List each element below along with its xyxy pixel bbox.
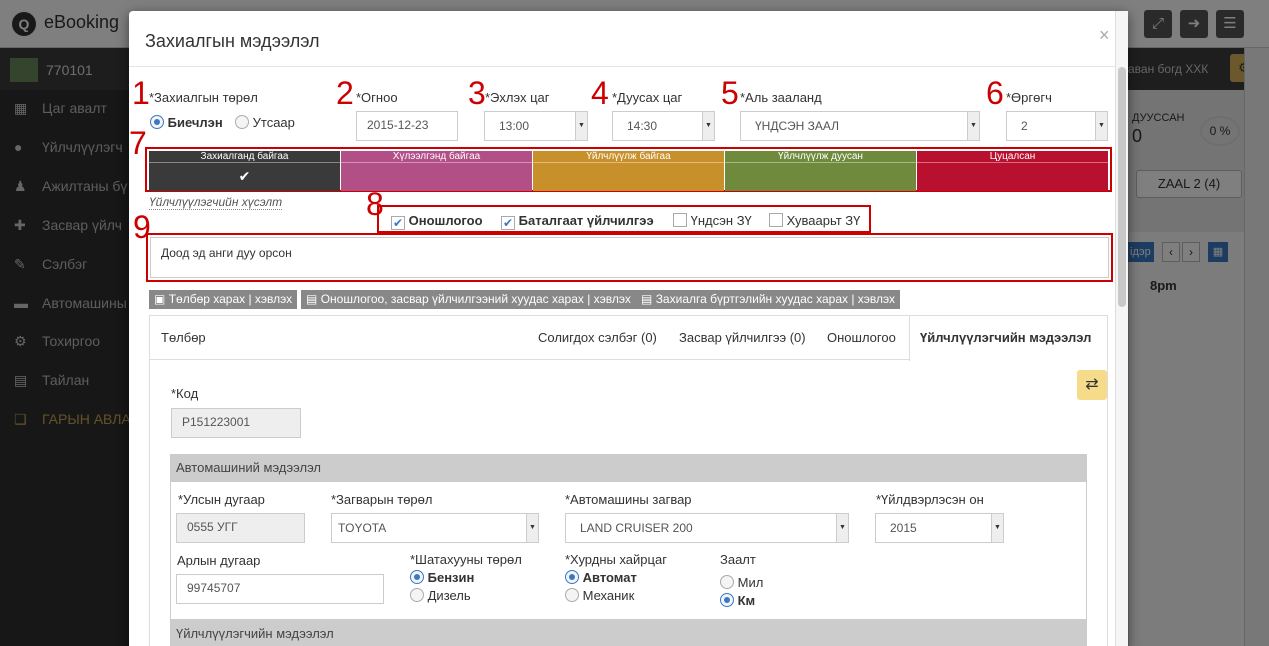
vin-input[interactable]: 99745707 <box>176 574 384 604</box>
chevron-down-icon: ▼ <box>836 514 848 542</box>
count-select[interactable]: 2 ▼ <box>1006 111 1108 141</box>
radio-icon[interactable] <box>720 593 734 607</box>
status-bar-highlight: Захиалганд байгаа ✔ Хүлээлгэнд байгаа Үйл… <box>145 147 1112 192</box>
marker-3: 3 <box>468 75 486 111</box>
gearbox-label: *Хурдны хайрцаг <box>565 552 667 567</box>
tab-panel: Төлбөр Солигдох сэлбэг (0) Засвар үйлчил… <box>149 315 1108 646</box>
radio-icon[interactable] <box>720 575 734 589</box>
radio-icon[interactable] <box>235 115 249 129</box>
date-label: *Огноо <box>356 90 398 105</box>
swap-icon[interactable]: ⇄ <box>1077 370 1107 400</box>
file-icon: ▤ <box>306 292 318 306</box>
gearbox-auto[interactable]: Автомат <box>565 570 637 585</box>
distance-km[interactable]: Км <box>720 593 755 608</box>
code-label: *Код <box>171 386 199 401</box>
tab-parts[interactable]: Солигдох сэлбэг (0) <box>538 316 657 360</box>
tab-repair[interactable]: Засвар үйлчилгээ (0) <box>679 316 806 360</box>
booking-modal: Захиалгын мэдээлэл × 1 *Захиалгын төрөл … <box>129 11 1128 646</box>
print-payment-button[interactable]: ▣ Төлбөр харах | хэвлэх <box>149 290 298 309</box>
customer-section-header: Үйлчлүүлэгчийн мэдээлэл <box>170 620 1087 646</box>
marker-6: 6 <box>986 75 1004 111</box>
request-textarea[interactable]: Доод эд анги дуу орсон <box>150 237 1109 278</box>
radio-icon[interactable] <box>565 588 579 602</box>
count-label: *Өргөгч <box>1006 90 1052 105</box>
close-icon[interactable]: × <box>1099 25 1110 46</box>
status-cancelled[interactable]: Цуцалсан <box>917 151 1108 191</box>
radio-icon[interactable] <box>410 570 424 584</box>
distance-label: Заалт <box>720 552 756 567</box>
check-icon: ✔ <box>238 168 251 184</box>
checkbox-icon[interactable] <box>673 213 687 227</box>
car-model-select[interactable]: LAND CRUISER 200 ▼ <box>565 513 849 543</box>
status-booked[interactable]: Захиалганд байгаа ✔ <box>149 151 340 191</box>
service-warranty[interactable]: ✔ Баталгаат үйлчилгээ <box>501 213 654 230</box>
car-section-header: Автомашиний мэдээлэл <box>170 454 1087 482</box>
year-label: *Үйлдвэрлэсэн он <box>876 492 984 507</box>
hall-label: *Аль зааланд <box>740 90 822 105</box>
modal-scrollbar-thumb[interactable] <box>1118 67 1126 307</box>
modal-title: Захиалгын мэдээлэл <box>145 31 320 51</box>
order-type-phone[interactable]: Утсаар <box>235 115 295 130</box>
marker-5: 5 <box>721 75 739 111</box>
end-time-select[interactable]: 14:30 ▼ <box>612 111 715 141</box>
car-model-label: *Автомашины загвар <box>565 492 692 507</box>
hall-select[interactable]: ҮНДСЭН ЗААЛ ▼ <box>740 111 980 141</box>
chevron-down-icon: ▼ <box>702 112 714 140</box>
gearbox-manual[interactable]: Механик <box>565 588 634 603</box>
chevron-down-icon: ▼ <box>526 514 538 542</box>
order-type-label: *Захиалгын төрөл <box>149 90 258 105</box>
year-select[interactable]: 2015 ▼ <box>875 513 1004 543</box>
modal-header: Захиалгын мэдээлэл × <box>129 11 1128 67</box>
status-in-service[interactable]: Үйлчлүүлж байгаа <box>533 151 724 191</box>
service-main-repair[interactable]: Үндсэн ЗҮ <box>673 213 752 228</box>
fuel-diesel[interactable]: Дизель <box>410 588 471 603</box>
request-textarea-highlight: Доод эд анги дуу орсон <box>146 233 1113 282</box>
service-diagnosis[interactable]: ✔ Оношлогоо <box>391 213 483 230</box>
fuel-label: *Шатахууны төрөл <box>410 552 522 567</box>
fuel-petrol[interactable]: Бензин <box>410 570 474 585</box>
vin-label: Арлын дугаар <box>177 553 261 568</box>
radio-icon[interactable] <box>150 115 164 129</box>
chevron-down-icon: ▼ <box>967 112 979 140</box>
end-time-label: *Дуусах цаг <box>612 90 683 105</box>
plate-label: *Улсын дугаар <box>178 492 265 507</box>
marker-2: 2 <box>336 75 354 111</box>
radio-icon[interactable] <box>565 570 579 584</box>
plate-input[interactable]: 0555 УГГ <box>176 513 305 543</box>
file-icon: ▤ <box>641 292 653 306</box>
checkbox-checked-icon[interactable]: ✔ <box>391 216 405 230</box>
status-finished[interactable]: Үйлчлүүлж дуусан <box>725 151 916 191</box>
request-label: Үйлчлүүлэгчийн хүсэлт <box>149 195 283 210</box>
chevron-down-icon: ▼ <box>575 112 587 140</box>
checkbox-checked-icon[interactable]: ✔ <box>501 216 515 230</box>
status-waiting[interactable]: Хүлээлгэнд байгаа <box>341 151 532 191</box>
chevron-down-icon: ▼ <box>991 514 1003 542</box>
distance-miles[interactable]: Мил <box>720 575 763 590</box>
services-highlight: ✔ Оношлогоо ✔ Баталгаат үйлчилгээ Үндсэн… <box>377 205 871 233</box>
model-type-label: *Загварын төрөл <box>331 492 433 507</box>
print-registration-button[interactable]: ▤ Захиалга бүртгэлийн хуудас харах | хэв… <box>636 290 900 309</box>
start-time-select[interactable]: 13:00 ▼ <box>484 111 588 141</box>
tab-diagnosis[interactable]: Оношлогоо <box>827 316 896 360</box>
start-time-label: *Эхлэх цаг <box>485 90 550 105</box>
date-input[interactable]: 2015-12-23 <box>356 111 458 141</box>
tab-customer-info[interactable]: Үйлчлүүлэгчийн мэдээлэл <box>909 316 1107 361</box>
model-type-select[interactable]: TOYOTA ▼ <box>331 513 539 543</box>
marker-1: 1 <box>132 75 150 111</box>
chevron-down-icon: ▼ <box>1095 112 1107 140</box>
tab-payment[interactable]: Төлбөр <box>161 316 206 360</box>
code-input[interactable]: P151223001 <box>171 408 301 438</box>
service-scheduled-repair[interactable]: Хуваарьт ЗҮ <box>769 213 860 228</box>
order-type-in-person[interactable]: Биечлэн <box>150 115 223 130</box>
camera-icon: ▣ <box>154 292 166 306</box>
print-diagnosis-button[interactable]: ▤ Оношлогоо, засвар үйлчилгээний хуудас … <box>301 290 636 309</box>
marker-4: 4 <box>591 75 609 111</box>
radio-icon[interactable] <box>410 588 424 602</box>
checkbox-icon[interactable] <box>769 213 783 227</box>
